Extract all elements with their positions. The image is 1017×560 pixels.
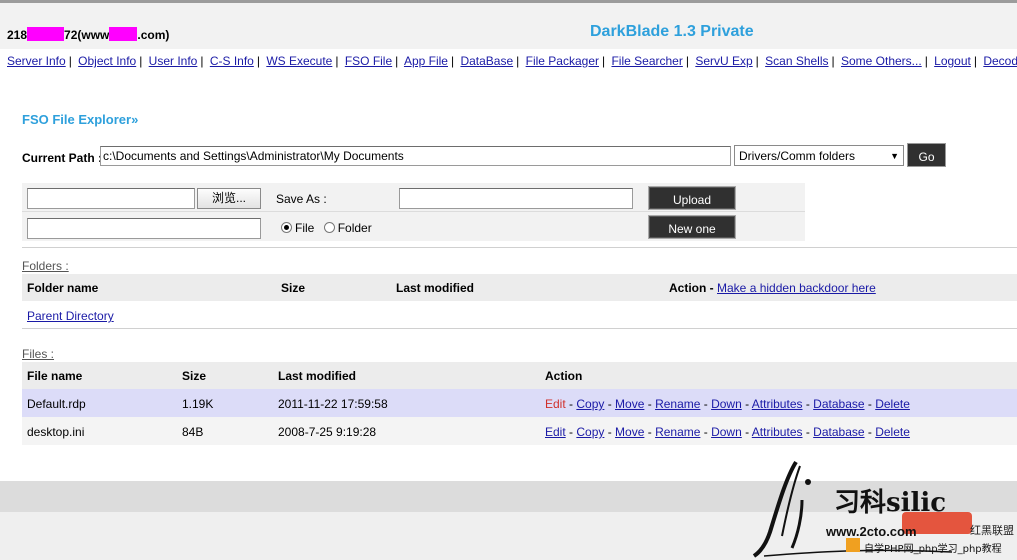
rename-link[interactable]: Rename xyxy=(655,425,700,439)
file-modified: 2011-11-22 17:59:58 xyxy=(278,397,388,411)
nav-file-searcher[interactable]: File Searcher xyxy=(611,54,682,68)
dropdown-arrow-icon: ▼ xyxy=(890,151,899,161)
nav-database[interactable]: DataBase xyxy=(460,54,513,68)
attributes-link[interactable]: Attributes xyxy=(752,397,803,411)
radio-folder[interactable] xyxy=(323,222,335,233)
nav-file-packager[interactable]: File Packager xyxy=(526,54,599,68)
table-row[interactable]: Default.rdp 1.19K 2011-11-22 17:59:58 Ed… xyxy=(22,389,1017,417)
files-header-row: File name Size Last modified Action xyxy=(22,362,1017,389)
files-label: Files : xyxy=(22,347,55,361)
col-folder-size: Size xyxy=(281,281,306,295)
database-link[interactable]: Database xyxy=(813,397,864,411)
col-file-size: Size xyxy=(182,369,207,383)
file-size: 1.19K xyxy=(182,397,214,411)
browse-button[interactable]: 浏览... xyxy=(197,188,261,209)
col-file-action: Action xyxy=(545,369,583,383)
file-size: 84B xyxy=(182,425,204,439)
attributes-link[interactable]: Attributes xyxy=(752,425,803,439)
upload-file-input[interactable] xyxy=(27,188,195,209)
new-one-button[interactable]: New one xyxy=(648,215,736,239)
col-folder-name: Folder name xyxy=(27,281,99,295)
new-name-input[interactable] xyxy=(27,218,261,239)
nav-decode[interactable]: Decode xyxy=(983,54,1017,68)
go-button[interactable]: Go xyxy=(907,143,946,167)
nav-servu-exp[interactable]: ServU Exp xyxy=(695,54,752,68)
host-suffix: .com) xyxy=(137,28,170,42)
copy-link[interactable]: Copy xyxy=(576,397,604,411)
parent-directory-row: Parent Directory xyxy=(22,301,1017,328)
current-path-input[interactable] xyxy=(100,146,731,166)
page-footer-bottom xyxy=(0,512,1017,560)
nav-some-others[interactable]: Some Others... xyxy=(841,54,922,68)
col-folder-modified: Last modified xyxy=(396,281,475,295)
nav-object-info[interactable]: Object Info xyxy=(78,54,136,68)
folders-label: Folders : xyxy=(22,259,69,273)
nav-user-info[interactable]: User Info xyxy=(149,54,198,68)
copy-link[interactable]: Copy xyxy=(576,425,604,439)
main-nav: Server Info | Object Info | User Info | C-S… xyxy=(7,54,1017,68)
page-footer xyxy=(0,481,1017,512)
parent-directory-link[interactable]: Parent Directory xyxy=(27,309,114,323)
host-middle: 72(www xyxy=(64,28,110,42)
host-prefix: 218 xyxy=(7,28,28,42)
save-as-label: Save As : xyxy=(276,192,327,206)
nav-scan-shells[interactable]: Scan Shells xyxy=(765,54,828,68)
radio-file[interactable] xyxy=(281,222,292,233)
radio-file-label: File xyxy=(295,221,315,235)
delete-link[interactable]: Delete xyxy=(875,425,910,439)
hidden-backdoor-link[interactable]: Make a hidden backdoor here xyxy=(717,281,876,295)
down-link[interactable]: Down xyxy=(711,425,742,439)
database-link[interactable]: Database xyxy=(813,425,864,439)
delete-link[interactable]: Delete xyxy=(875,397,910,411)
current-path-label: Current Path : xyxy=(22,151,103,165)
drive-select-value: Drivers/Comm folders xyxy=(739,149,856,163)
upload-button[interactable]: Upload xyxy=(648,186,736,210)
table-row[interactable]: desktop.ini 84B 2008-7-25 9:19:28 Edit -… xyxy=(22,417,1017,445)
col-folder-action: Action - Make a hidden backdoor here xyxy=(669,281,876,295)
panel-divider xyxy=(22,211,805,212)
col-file-name: File name xyxy=(27,369,83,383)
edit-link[interactable]: Edit xyxy=(545,397,566,411)
nav-ws-execute[interactable]: WS Execute xyxy=(266,54,332,68)
save-as-input[interactable] xyxy=(399,188,633,209)
drive-select[interactable]: Drivers/Comm folders ▼ xyxy=(734,145,904,166)
host-address: 218 72(www .com) xyxy=(7,27,169,42)
col-file-modified: Last modified xyxy=(278,369,357,383)
section-title: FSO File Explorer» xyxy=(22,112,139,127)
rename-link[interactable]: Rename xyxy=(655,397,700,411)
nav-app-file[interactable]: App File xyxy=(404,54,448,68)
file-modified: 2008-7-25 9:19:28 xyxy=(278,425,377,439)
move-link[interactable]: Move xyxy=(615,425,644,439)
file-name: Default.rdp xyxy=(27,397,86,411)
folders-header-row: Folder name Size Last modified Action - … xyxy=(22,274,1017,301)
divider-line xyxy=(22,247,1017,248)
file-actions: Edit - Copy - Move - Rename - Down - Att… xyxy=(545,397,910,411)
down-link[interactable]: Down xyxy=(711,397,742,411)
nav-cs-info[interactable]: C-S Info xyxy=(210,54,254,68)
divider-line xyxy=(22,328,1017,329)
file-name: desktop.ini xyxy=(27,425,85,439)
file-actions: Edit - Copy - Move - Rename - Down - Att… xyxy=(545,425,910,439)
redaction-mark xyxy=(109,27,138,41)
nav-fso-file[interactable]: FSO File xyxy=(345,54,392,68)
nav-logout[interactable]: Logout xyxy=(934,54,971,68)
nav-server-info[interactable]: Server Info xyxy=(7,54,66,68)
redaction-mark xyxy=(27,27,65,41)
edit-link[interactable]: Edit xyxy=(545,425,566,439)
page-header: 218 72(www .com) DarkBlade 1.3 Private xyxy=(0,3,1017,49)
app-title: DarkBlade 1.3 Private xyxy=(590,23,754,40)
type-radio-group: File Folder xyxy=(281,221,372,235)
radio-folder-label: Folder xyxy=(337,221,372,235)
move-link[interactable]: Move xyxy=(615,397,644,411)
